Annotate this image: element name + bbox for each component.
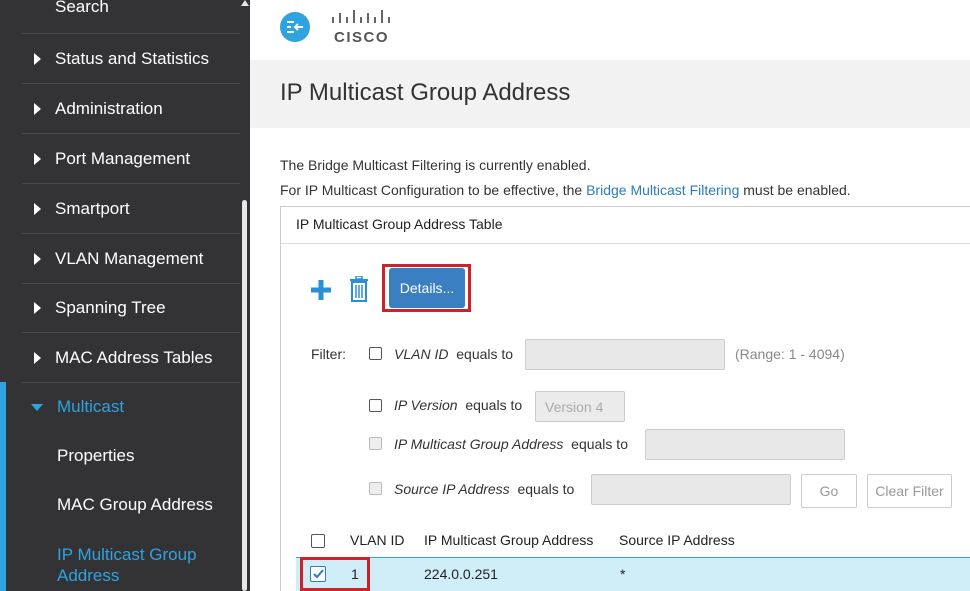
filter-ip-version-field: IP Version equals to — [394, 397, 522, 413]
filter-group-address-field: IP Multicast Group Address equals to — [394, 436, 628, 452]
delete-icon[interactable] — [348, 276, 370, 302]
clear-filter-button[interactable]: Clear Filter — [867, 474, 952, 508]
sidebar: Search Status and Statistics Administrat… — [0, 0, 250, 591]
sidebar-item-label: Administration — [55, 98, 163, 118]
sidebar-subitem-label: IP Multicast Group — [57, 545, 197, 564]
filter-field-name: IP Version — [394, 397, 458, 413]
caret-right-icon — [34, 102, 41, 115]
collapse-menu-button[interactable] — [280, 12, 310, 42]
cell-source-address: * — [620, 566, 626, 582]
caret-right-icon — [34, 301, 41, 314]
sidebar-item-label: Port Management — [55, 148, 191, 168]
caret-right-icon — [34, 202, 41, 215]
cell-group-address: 224.0.0.251 — [424, 566, 498, 582]
caret-right-icon — [34, 152, 41, 165]
column-header-group-address[interactable]: IP Multicast Group Address — [424, 532, 593, 548]
caret-right-icon — [34, 351, 41, 364]
filter-vlan-input[interactable] — [525, 339, 725, 370]
filter-source-address-checkbox[interactable] — [369, 482, 382, 495]
filter-label: Filter: — [311, 346, 346, 362]
sidebar-subitem-mac-group-address[interactable]: MAC Group Address — [57, 495, 213, 515]
sidebar-item-label: MAC Address Tables — [55, 347, 213, 367]
collapse-menu-icon — [287, 21, 303, 33]
sidebar-subitem-label: Address — [57, 566, 120, 585]
details-button[interactable]: Details... — [389, 268, 465, 308]
sidebar-item-administration[interactable]: Administration — [22, 84, 240, 134]
info-filtering-status: The Bridge Multicast Filtering is curren… — [280, 157, 591, 173]
filter-vlan-field: VLAN ID equals to — [394, 346, 513, 362]
caret-right-icon — [34, 52, 41, 65]
active-section-indicator — [0, 382, 6, 591]
sidebar-scroll-thumb[interactable] — [242, 200, 247, 591]
caret-down-icon — [31, 403, 43, 411]
sidebar-subitem-ip-multicast-group-address[interactable]: IP Multicast Group Address — [57, 544, 197, 586]
column-header-source-address[interactable]: Source IP Address — [619, 532, 735, 548]
filter-group-address-input[interactable] — [645, 429, 845, 460]
info-text: must be enabled. — [739, 182, 851, 198]
sidebar-item-multicast[interactable]: Multicast — [22, 382, 240, 432]
top-header: CISCO — [250, 0, 970, 60]
bridge-multicast-filtering-link[interactable]: Bridge Multicast Filtering — [586, 182, 739, 198]
filter-ip-version-checkbox[interactable] — [369, 399, 382, 412]
filter-operator: equals to — [456, 346, 514, 362]
caret-right-icon — [34, 252, 41, 265]
page-title: IP Multicast Group Address — [280, 79, 571, 106]
filter-operator: equals to — [571, 436, 628, 452]
filter-ip-version-select[interactable]: Version 4 — [535, 391, 625, 422]
filter-vlan-checkbox[interactable] — [369, 347, 382, 360]
sidebar-item-label: Status and Statistics — [55, 48, 210, 68]
sidebar-item-mac-address-tables[interactable]: MAC Address Tables — [22, 333, 240, 383]
filter-field-name: VLAN ID — [394, 346, 449, 362]
sidebar-item-port-management[interactable]: Port Management — [22, 134, 240, 184]
column-header-vlan-id[interactable]: VLAN ID — [350, 532, 404, 548]
row-highlight-box — [300, 557, 370, 591]
cisco-logo-icon — [332, 10, 390, 23]
filter-group-address-checkbox[interactable] — [369, 437, 382, 450]
divider — [281, 243, 970, 244]
sidebar-item-smartport[interactable]: Smartport — [22, 184, 240, 234]
filter-operator: equals to — [517, 481, 575, 497]
sidebar-item-label: Smartport — [55, 198, 130, 218]
sidebar-subitem-properties[interactable]: Properties — [57, 446, 134, 466]
filter-operator: equals to — [465, 397, 523, 413]
cisco-brand: CISCO — [334, 29, 390, 46]
info-config-note: For IP Multicast Configuration to be eff… — [280, 182, 851, 198]
filter-field-name: Source IP Address — [394, 481, 510, 497]
scroll-up-icon[interactable] — [241, 0, 249, 6]
go-button[interactable]: Go — [801, 474, 857, 508]
add-icon[interactable] — [308, 277, 334, 303]
table-row[interactable] — [296, 557, 970, 591]
filter-source-address-input[interactable] — [591, 474, 791, 505]
filter-vlan-range: (Range: 1 - 4094) — [735, 346, 845, 362]
filter-source-address-field: Source IP Address equals to — [394, 481, 574, 497]
filter-field-name: IP Multicast Group Address — [394, 436, 564, 452]
sidebar-item-label: VLAN Management — [55, 248, 204, 268]
sidebar-item-label: Multicast — [57, 397, 125, 416]
select-all-checkbox[interactable] — [311, 534, 325, 548]
sidebar-item-vlan-management[interactable]: VLAN Management — [22, 234, 240, 284]
sidebar-item-spanning-tree[interactable]: Spanning Tree — [22, 283, 240, 333]
sidebar-search[interactable]: Search — [55, 0, 109, 17]
sidebar-item-status-and-statistics[interactable]: Status and Statistics — [22, 34, 240, 84]
info-text: For IP Multicast Configuration to be eff… — [280, 182, 587, 198]
sidebar-item-label: Spanning Tree — [55, 297, 166, 317]
table-title: IP Multicast Group Address Table — [296, 216, 503, 232]
